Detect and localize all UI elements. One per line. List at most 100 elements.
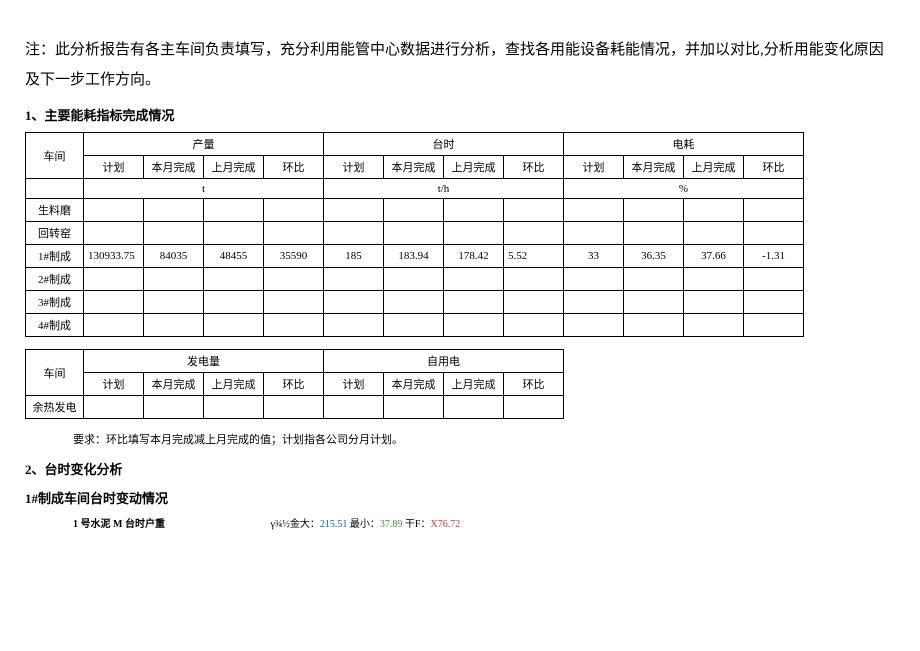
stat-mid: 最小：	[347, 519, 380, 530]
table-cell: 生料磨	[26, 199, 84, 222]
power-gen-table: 车间 发电量 自用电 计划 本月完成 上月完成 环比 计划 本月完成 上月完成 …	[25, 349, 564, 419]
table-cell	[384, 199, 444, 222]
table-cell: 37.66	[684, 245, 744, 268]
table-cell	[204, 396, 264, 419]
table-cell: 48455	[204, 245, 264, 268]
table-cell	[744, 268, 804, 291]
unit-row-label	[26, 179, 84, 199]
table-cell	[384, 396, 444, 419]
table-cell	[264, 396, 324, 419]
table-cell	[84, 222, 144, 245]
table-row: 1#制成130933.75840354845535590185183.94178…	[26, 245, 804, 268]
table-cell	[384, 291, 444, 314]
table-row: 4#制成	[26, 314, 804, 337]
header-plan: 计划	[324, 156, 384, 179]
unit-pct: %	[564, 179, 804, 199]
header-ratio: 环比	[504, 156, 564, 179]
table-cell	[444, 199, 504, 222]
stat-values: γ¾½金大：215.51 最小：37.89 干F：X76.72	[271, 519, 461, 530]
table-cell	[144, 222, 204, 245]
header-gen: 发电量	[84, 350, 324, 373]
table-cell	[324, 396, 384, 419]
header-last-month: 上月完成	[204, 373, 264, 396]
header-this-month: 本月完成	[384, 156, 444, 179]
table-cell	[204, 199, 264, 222]
unit-th: t/h	[324, 179, 564, 199]
table-cell	[144, 314, 204, 337]
table-cell: 回转窑	[26, 222, 84, 245]
table-cell	[504, 268, 564, 291]
table-cell	[684, 314, 744, 337]
header-last-month: 上月完成	[444, 156, 504, 179]
table-cell	[84, 268, 144, 291]
table-cell	[264, 222, 324, 245]
header-self: 自用电	[324, 350, 564, 373]
table-cell	[444, 222, 504, 245]
table-cell	[204, 314, 264, 337]
table-cell: 183.94	[384, 245, 444, 268]
table-cell	[624, 314, 684, 337]
stat-mid2: 干F：	[402, 519, 430, 530]
table-cell	[204, 291, 264, 314]
header-output: 产量	[84, 133, 324, 156]
main-energy-table: 车间 产量 台时 电耗 计划 本月完成 上月完成 环比 计划 本月完成 上月完成…	[25, 132, 804, 337]
table-cell	[744, 222, 804, 245]
table-cell	[684, 291, 744, 314]
header-this-month: 本月完成	[144, 373, 204, 396]
table-cell: 5.52	[504, 245, 564, 268]
table-cell	[504, 396, 564, 419]
table-cell	[84, 314, 144, 337]
header-this-month: 本月完成	[384, 373, 444, 396]
table-cell: 1#制成	[26, 245, 84, 268]
table-cell	[744, 291, 804, 314]
table-cell	[264, 291, 324, 314]
stat-line: 1 号水泥 M 台时户重 γ¾½金大：215.51 最小：37.89 干F：X7…	[73, 515, 895, 530]
table-cell	[564, 199, 624, 222]
table-cell: 33	[564, 245, 624, 268]
table-cell	[624, 222, 684, 245]
table-cell	[504, 291, 564, 314]
table-cell	[324, 268, 384, 291]
table-row: 2#制成	[26, 268, 804, 291]
header-ratio: 环比	[264, 156, 324, 179]
header-last-month: 上月完成	[444, 373, 504, 396]
header-plan: 计划	[564, 156, 624, 179]
table-cell	[564, 222, 624, 245]
header-ratio: 环比	[264, 373, 324, 396]
table-cell	[84, 291, 144, 314]
stat-max: 215.51	[320, 519, 348, 530]
header-workshop: 车间	[26, 350, 84, 396]
table-cell	[444, 291, 504, 314]
header-last-month: 上月完成	[204, 156, 264, 179]
table-cell: 178.42	[444, 245, 504, 268]
requirement-text: 要求：环比填写本月完成减上月完成的值；计划指各公司分月计划。	[73, 431, 895, 447]
table-cell	[564, 291, 624, 314]
section2-title: 2、台时变化分析	[25, 459, 895, 478]
table-cell	[144, 268, 204, 291]
header-plan: 计划	[324, 373, 384, 396]
table-cell	[684, 222, 744, 245]
table-cell	[624, 199, 684, 222]
stat-label: 1 号水泥 M 台时户重	[73, 515, 268, 530]
table-cell	[384, 222, 444, 245]
table-cell	[504, 199, 564, 222]
table-row: 余热发电	[26, 396, 564, 419]
table-cell	[504, 314, 564, 337]
table-cell	[264, 199, 324, 222]
table-cell: 185	[324, 245, 384, 268]
header-this-month: 本月完成	[144, 156, 204, 179]
table-cell	[264, 268, 324, 291]
header-power: 电耗	[564, 133, 804, 156]
stat-avg: X76.72	[430, 519, 460, 530]
header-hours: 台时	[324, 133, 564, 156]
unit-t: t	[84, 179, 324, 199]
table-cell	[384, 268, 444, 291]
table-cell: 35590	[264, 245, 324, 268]
table-cell: -1.31	[744, 245, 804, 268]
stat-prefix: γ¾½金大：	[271, 519, 320, 530]
table-cell	[744, 314, 804, 337]
table-cell	[684, 268, 744, 291]
table-row: 生料磨	[26, 199, 804, 222]
table-cell	[84, 396, 144, 419]
header-ratio: 环比	[504, 373, 564, 396]
